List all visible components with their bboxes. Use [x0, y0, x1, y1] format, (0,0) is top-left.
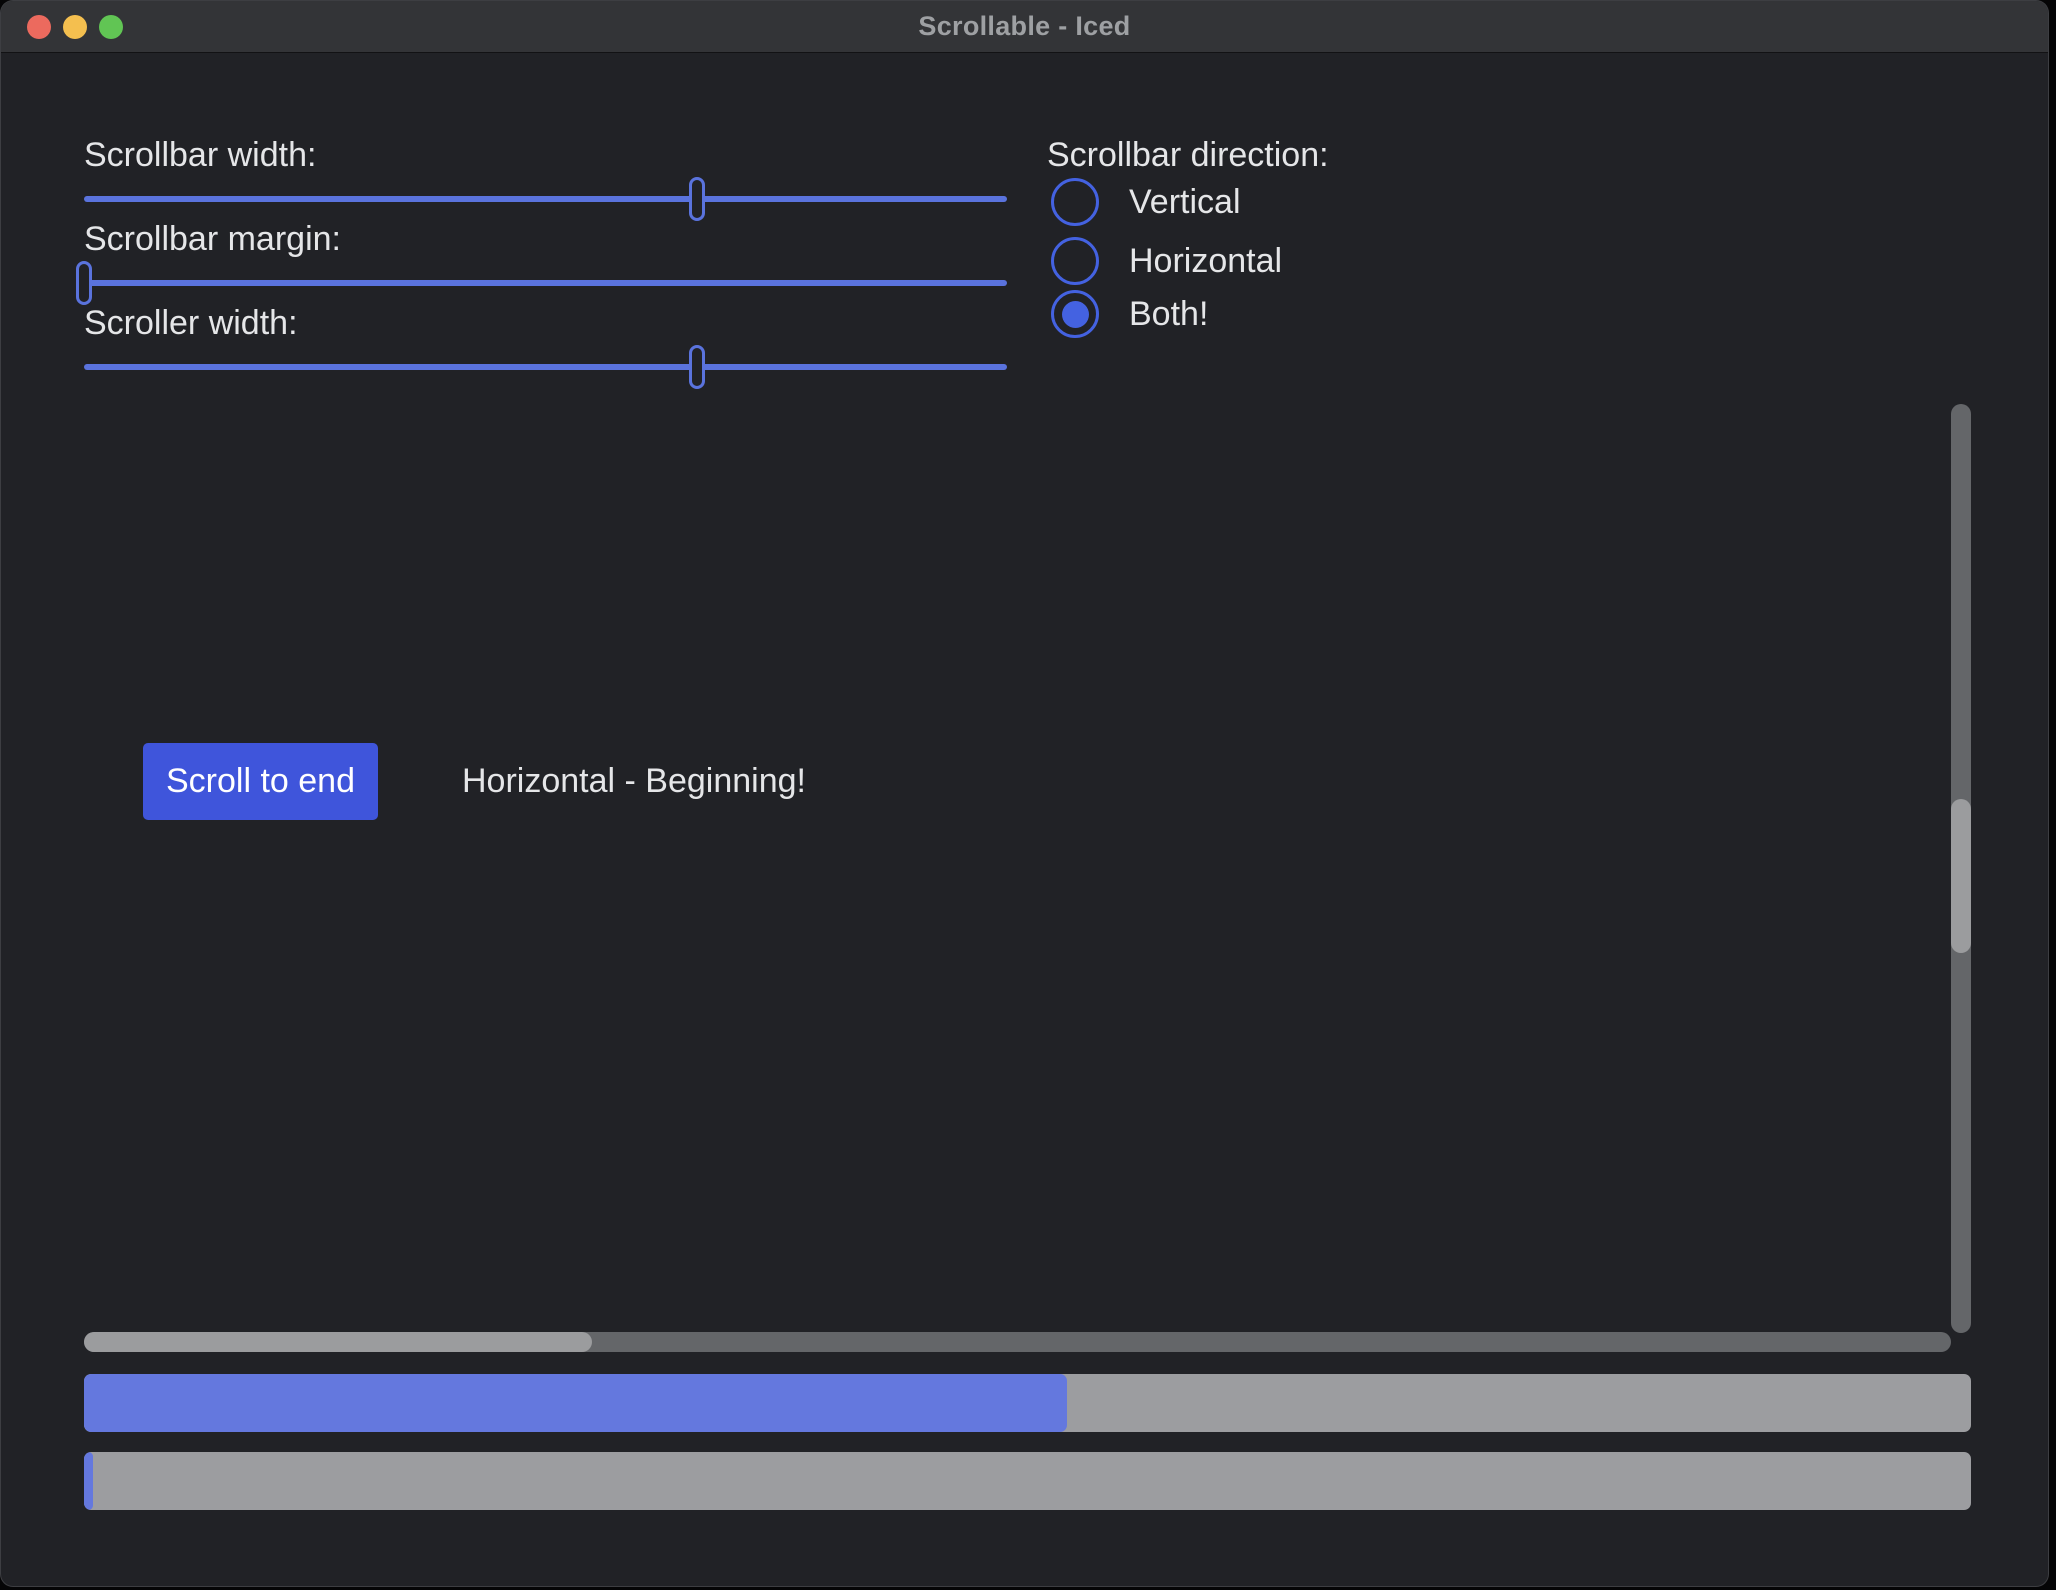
radio-selected-dot	[1062, 301, 1089, 328]
horizontal-progress-bar	[84, 1452, 1971, 1510]
slider-handle[interactable]	[689, 345, 705, 389]
radio-label: Horizontal	[1129, 242, 1282, 281]
slider-handle[interactable]	[76, 261, 92, 305]
slider-rail[interactable]	[84, 196, 1007, 202]
horizontal-scroller-thumb[interactable]	[84, 1332, 592, 1352]
traffic-lights	[27, 1, 123, 53]
radio-label: Vertical	[1129, 183, 1241, 222]
radio-circle-icon[interactable]	[1051, 178, 1099, 226]
slider-rail[interactable]	[84, 364, 1007, 370]
minimize-button[interactable]	[63, 15, 87, 39]
app-window: Scrollable - Iced Scrollbar width: Scrol…	[0, 0, 2049, 1587]
scroll-to-end-button[interactable]: Scroll to end	[143, 743, 378, 820]
radio-circle-icon[interactable]	[1051, 237, 1099, 285]
radio-option-both[interactable]: Both!	[1051, 290, 1208, 338]
vertical-scroller-thumb[interactable]	[1951, 799, 1971, 953]
scrollbar-width-label: Scrollbar width:	[84, 133, 316, 177]
scrollbar-width-slider[interactable]	[84, 177, 1007, 221]
scroller-width-label: Scroller width:	[84, 301, 298, 345]
progress-fill	[84, 1452, 93, 1510]
window-title: Scrollable - Iced	[918, 11, 1130, 42]
radio-label: Both!	[1129, 295, 1208, 334]
scrollbar-margin-label: Scrollbar margin:	[84, 217, 341, 261]
scroller-width-slider[interactable]	[84, 345, 1007, 389]
screen: Scrollable - Iced Scrollbar width: Scrol…	[0, 0, 2056, 1590]
close-button[interactable]	[27, 15, 51, 39]
slider-handle[interactable]	[689, 177, 705, 221]
scroll-status-text: Horizontal - Beginning!	[462, 743, 806, 820]
horizontal-scrollbar-track[interactable]	[84, 1332, 1951, 1352]
zoom-button[interactable]	[99, 15, 123, 39]
radio-circle-icon[interactable]	[1051, 290, 1099, 338]
progress-fill	[84, 1374, 1067, 1432]
radio-option-vertical[interactable]: Vertical	[1051, 178, 1241, 226]
vertical-progress-bar	[84, 1374, 1971, 1432]
titlebar: Scrollable - Iced	[1, 1, 2048, 53]
radio-option-horizontal[interactable]: Horizontal	[1051, 237, 1282, 285]
scrollbar-margin-slider[interactable]	[84, 261, 1007, 305]
scrollbar-direction-label: Scrollbar direction:	[1047, 133, 1329, 177]
slider-rail[interactable]	[84, 280, 1007, 286]
vertical-scrollbar-track[interactable]	[1951, 404, 1971, 1333]
